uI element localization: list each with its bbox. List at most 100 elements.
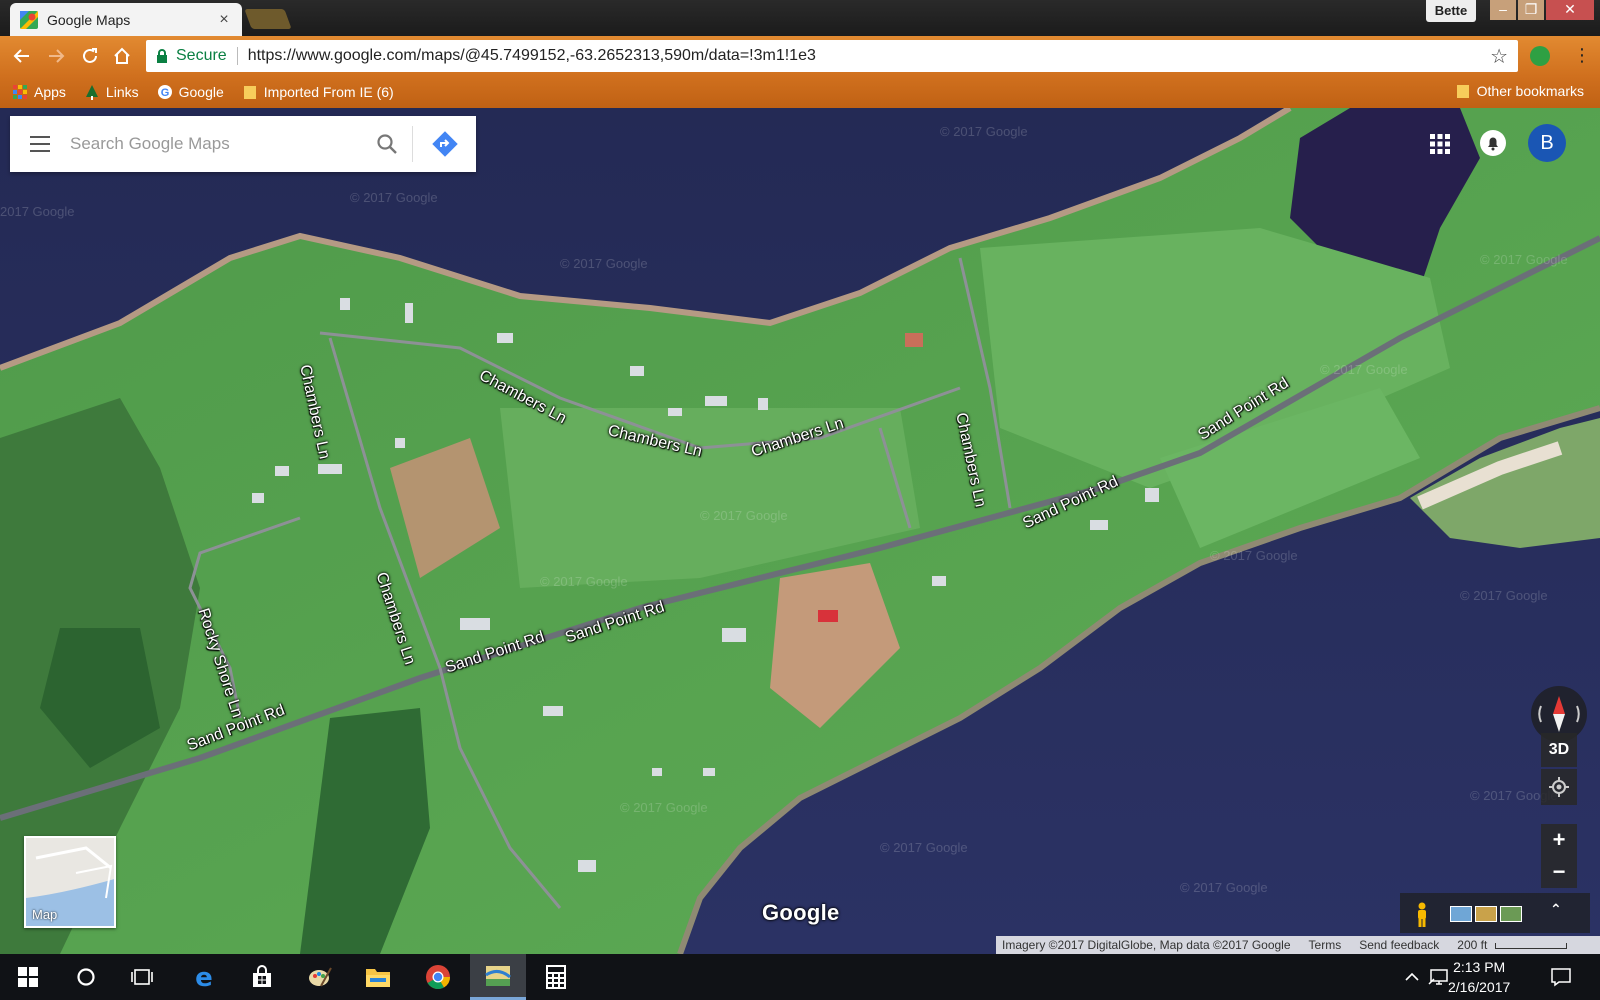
map-type-toggle[interactable]: Map (24, 836, 116, 928)
browser-toolbar: Secure https://www.google.com/maps/@45.7… (0, 36, 1600, 76)
imagery-thumbnail[interactable] (1500, 906, 1522, 922)
svg-text:© 2017 Google: © 2017 Google (700, 508, 788, 523)
notifications-bell-icon[interactable] (1480, 130, 1506, 156)
google-g-icon: G (157, 85, 172, 99)
profile-button[interactable]: Bette (1426, 0, 1476, 22)
send-feedback-link[interactable]: Send feedback (1359, 938, 1439, 952)
clock-date: 2/16/2017 (1448, 979, 1511, 995)
svg-text:© 2017 Google: © 2017 Google (560, 256, 648, 271)
minimize-button[interactable]: – (1490, 0, 1516, 20)
browser-title-bar: Google Maps × Bette – ❐ ✕ (0, 0, 1600, 36)
expand-chevron-icon[interactable]: ⌃ (1550, 901, 1562, 918)
start-button[interactable] (0, 954, 56, 1000)
tab-close-icon[interactable]: × (216, 11, 232, 29)
bookmark-label: Apps (34, 84, 66, 100)
bookmark-label: Imported From IE (6) (263, 84, 394, 100)
search-button[interactable] (362, 116, 412, 172)
taskbar-paint[interactable] (292, 954, 348, 1000)
svg-text:© 2017 Google: © 2017 Google (1460, 588, 1548, 603)
windows-taskbar: e 2:13 PM 2/16/2017 (0, 954, 1600, 1000)
account-avatar[interactable]: B (1528, 124, 1566, 162)
bookmark-imported-folder[interactable]: Imported From IE (6) (242, 84, 394, 100)
imagery-attribution: Imagery ©2017 DigitalGlobe, Map data ©20… (1002, 938, 1291, 952)
tab-google-maps[interactable]: Google Maps × (10, 3, 242, 36)
map-canvas[interactable]: © 2017 Google © 2017 Google © 2017 Googl… (0, 108, 1600, 954)
svg-text:© 2017 Google: © 2017 Google (620, 800, 708, 815)
other-bookmarks[interactable]: Other bookmarks (1455, 83, 1584, 99)
tree-icon (85, 85, 98, 100)
svg-text:G: G (160, 87, 169, 99)
scale-bar (1494, 943, 1567, 949)
menu-hamburger-icon[interactable] (10, 116, 70, 172)
home-icon (114, 47, 130, 64)
taskbar-file-explorer[interactable] (350, 954, 406, 1000)
bookmark-links[interactable]: Links (84, 84, 139, 100)
directions-icon (431, 131, 458, 157)
tray-overflow-chevron-icon[interactable] (1404, 954, 1420, 1000)
folder-icon (243, 86, 256, 99)
scale-label: 200 ft (1457, 938, 1488, 952)
secure-label: Secure (176, 47, 227, 64)
back-button[interactable] (10, 44, 34, 68)
restore-button[interactable]: ❐ (1518, 0, 1544, 20)
task-view-icon (131, 969, 153, 985)
extension-icon[interactable] (1530, 46, 1550, 66)
reload-button[interactable] (78, 44, 102, 68)
browser-menu-icon[interactable]: ⋮ (1572, 44, 1592, 66)
action-center-icon[interactable] (1550, 954, 1572, 1000)
forward-button[interactable] (44, 44, 68, 68)
tab-title: Google Maps (47, 11, 131, 28)
terms-link[interactable]: Terms (1309, 938, 1342, 952)
imagery-thumbnail[interactable] (1475, 906, 1497, 922)
forward-arrow-icon (49, 49, 65, 63)
cortana-button[interactable] (58, 954, 114, 1000)
directions-button[interactable] (412, 126, 476, 162)
tilt-3d-button[interactable]: 3D (1541, 733, 1577, 767)
bookmarks-bar: Apps Links G Google Imported From IE (6)… (0, 76, 1600, 108)
zoom-out-button[interactable]: − (1541, 856, 1577, 888)
bookmark-label: Links (105, 84, 139, 100)
svg-text:© 2017 Google: © 2017 Google (880, 840, 968, 855)
close-window-button[interactable]: ✕ (1546, 0, 1594, 20)
satellite-imagery: © 2017 Google © 2017 Google © 2017 Googl… (0, 108, 1600, 954)
taskbar-store[interactable] (234, 954, 290, 1000)
bookmark-apps[interactable]: Apps (12, 84, 66, 100)
reload-icon (83, 48, 97, 63)
zoom-in-button[interactable]: + (1541, 824, 1577, 856)
imagery-thumbnails[interactable] (1450, 906, 1522, 922)
taskbar-clock[interactable]: 2:13 PM 2/16/2017 (1448, 957, 1510, 997)
pegman-icon[interactable] (1414, 902, 1430, 928)
cortana-icon (77, 968, 95, 986)
address-bar[interactable]: Secure https://www.google.com/maps/@45.7… (146, 40, 1518, 72)
folder-icon (1456, 85, 1469, 98)
my-location-button[interactable] (1541, 769, 1577, 805)
new-tab-button[interactable] (244, 9, 292, 29)
search-input[interactable] (70, 134, 362, 154)
scale-indicator[interactable]: 200 ft (1457, 938, 1567, 952)
taskbar-maps-app[interactable] (470, 954, 526, 1000)
calculator-icon (546, 965, 566, 989)
imagery-thumbnail[interactable] (1450, 906, 1472, 922)
edge-icon: e (195, 965, 213, 989)
url-text[interactable]: https://www.google.com/maps/@45.7499152,… (248, 47, 1490, 65)
svg-text:© 2017 Google: © 2017 Google (1210, 548, 1298, 563)
bookmark-star-icon[interactable]: ☆ (1490, 44, 1508, 69)
start-icon (18, 967, 38, 987)
home-button[interactable] (110, 44, 134, 68)
google-apps-icon[interactable] (1428, 132, 1452, 156)
taskbar-edge[interactable]: e (176, 954, 232, 1000)
taskbar-calculator[interactable] (528, 954, 584, 1000)
attribution-bar: Imagery ©2017 DigitalGlobe, Map data ©20… (996, 936, 1600, 954)
svg-text:© 2017 Google: © 2017 Google (1320, 362, 1408, 377)
network-icon[interactable] (1428, 954, 1450, 1000)
address-separator (236, 47, 238, 65)
taskbar-chrome[interactable] (410, 954, 466, 1000)
bookmark-google[interactable]: G Google (157, 84, 224, 100)
zoom-controls: + − (1541, 824, 1577, 888)
file-explorer-icon (366, 969, 390, 987)
back-arrow-icon (13, 49, 29, 63)
task-view-button[interactable] (114, 954, 170, 1000)
lock-icon (157, 49, 167, 63)
svg-text:© 2017 Google: © 2017 Google (350, 190, 438, 205)
paint-icon (309, 967, 332, 987)
